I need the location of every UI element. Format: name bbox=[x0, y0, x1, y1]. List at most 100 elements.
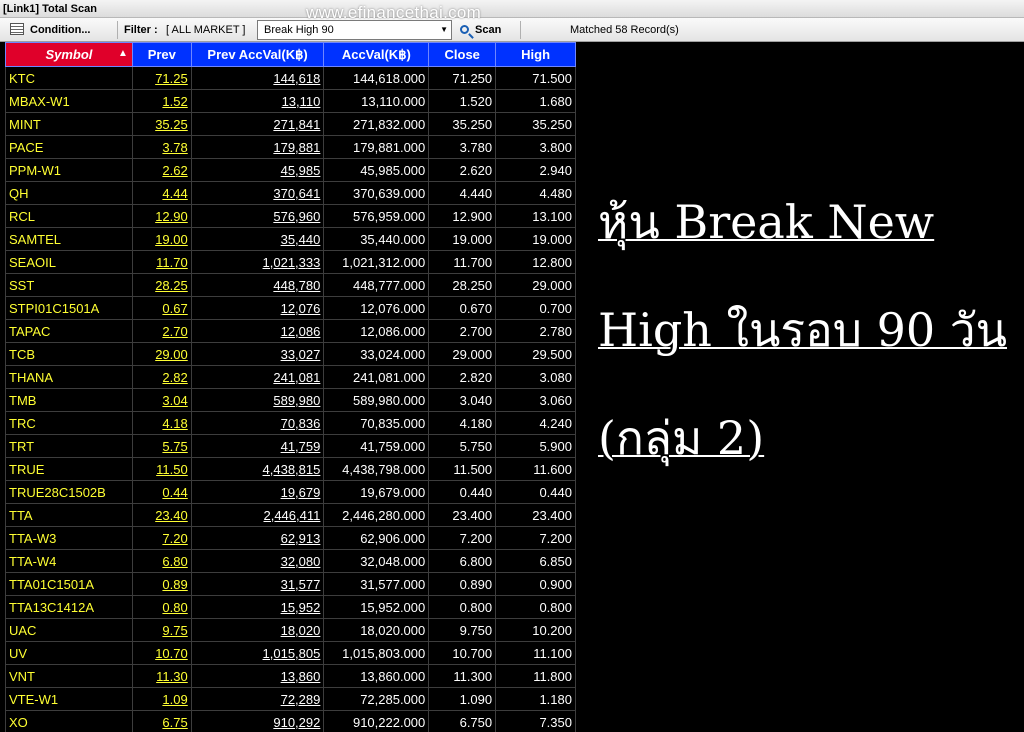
cell-prev-accval[interactable]: 72,289 bbox=[190, 687, 325, 711]
cell-prev-accval[interactable]: 144,618 bbox=[190, 66, 325, 90]
cell-prev-accval[interactable]: 370,641 bbox=[190, 181, 325, 205]
cell-prev-accval[interactable]: 31,577 bbox=[190, 572, 325, 596]
cell-prev[interactable]: 2.82 bbox=[131, 365, 192, 389]
chevron-down-icon[interactable]: ▼ bbox=[440, 21, 448, 39]
condition-button[interactable]: Condition... bbox=[6, 18, 114, 42]
column-header-close[interactable]: Close bbox=[428, 42, 497, 67]
cell-prev-accval[interactable]: 4,438,815 bbox=[190, 457, 325, 481]
filter-label: Filter : bbox=[124, 24, 158, 36]
table-row[interactable]: TRT 5.75 41,759 41,759.000 5.750 5.900 bbox=[5, 434, 576, 458]
table-row[interactable]: TAPAC 2.70 12,086 12,086.000 2.700 2.780 bbox=[5, 319, 576, 343]
table-row[interactable]: TRUE 11.50 4,438,815 4,438,798.000 11.500 11.… bbox=[5, 457, 576, 481]
scan-results-grid[interactable]: Symbol ▲ Prev Prev AccVal(K฿) AccVal(K฿) … bbox=[5, 42, 576, 732]
cell-prev[interactable]: 11.30 bbox=[131, 664, 192, 688]
cell-prev-accval[interactable]: 271,841 bbox=[190, 112, 325, 136]
cell-prev-accval[interactable]: 448,780 bbox=[190, 273, 325, 297]
cell-prev-accval[interactable]: 910,292 bbox=[190, 710, 325, 732]
cell-prev-accval[interactable]: 241,081 bbox=[190, 365, 325, 389]
cell-prev[interactable]: 35.25 bbox=[131, 112, 192, 136]
column-header-high[interactable]: High bbox=[495, 42, 576, 67]
cell-prev-accval[interactable]: 589,980 bbox=[190, 388, 325, 412]
column-header-prev[interactable]: Prev bbox=[131, 42, 192, 67]
table-row[interactable]: TRUE28C1502B 0.44 19,679 19,679.000 0.440 0.4… bbox=[5, 480, 576, 504]
table-row[interactable]: PACE 3.78 179,881 179,881.000 3.780 3.800 bbox=[5, 135, 576, 159]
cell-prev[interactable]: 11.50 bbox=[131, 457, 192, 481]
table-row[interactable]: TMB 3.04 589,980 589,980.000 3.040 3.060 bbox=[5, 388, 576, 412]
cell-prev-accval[interactable]: 45,985 bbox=[190, 158, 325, 182]
column-header-prev-accval[interactable]: Prev AccVal(K฿) bbox=[190, 42, 325, 67]
table-row[interactable]: MINT 35.25 271,841 271,832.000 35.250 35.250 bbox=[5, 112, 576, 136]
table-row[interactable]: SEAOIL 11.70 1,021,333 1,021,312.000 11.700 1… bbox=[5, 250, 576, 274]
cell-prev[interactable]: 10.70 bbox=[131, 641, 192, 665]
cell-prev-accval[interactable]: 13,110 bbox=[190, 89, 325, 113]
table-row[interactable]: TTA-W3 7.20 62,913 62,906.000 7.200 7.200 bbox=[5, 526, 576, 550]
cell-prev-accval[interactable]: 18,020 bbox=[190, 618, 325, 642]
table-row[interactable]: UAC 9.75 18,020 18,020.000 9.750 10.200 bbox=[5, 618, 576, 642]
cell-prev-accval[interactable]: 13,860 bbox=[190, 664, 325, 688]
table-row[interactable]: TTA13C1412A 0.80 15,952 15,952.000 0.800 0.80… bbox=[5, 595, 576, 619]
table-row[interactable]: STPI01C1501A 0.67 12,076 12,076.000 0.670 0.7… bbox=[5, 296, 576, 320]
cell-prev[interactable]: 2.70 bbox=[131, 319, 192, 343]
column-header-accval[interactable]: AccVal(K฿) bbox=[323, 42, 430, 67]
cell-prev-accval[interactable]: 179,881 bbox=[190, 135, 325, 159]
table-row[interactable]: TCB 29.00 33,027 33,024.000 29.000 29.500 bbox=[5, 342, 576, 366]
scan-condition-dropdown[interactable]: Break High 90 ▼ bbox=[257, 20, 452, 40]
cell-prev-accval[interactable]: 19,679 bbox=[190, 480, 325, 504]
cell-prev[interactable]: 4.18 bbox=[131, 411, 192, 435]
table-row[interactable]: PPM-W1 2.62 45,985 45,985.000 2.620 2.940 bbox=[5, 158, 576, 182]
cell-prev[interactable]: 0.67 bbox=[131, 296, 192, 320]
cell-prev-accval[interactable]: 62,913 bbox=[190, 526, 325, 550]
filter-market-select[interactable]: [ ALL MARKET ] bbox=[166, 18, 245, 42]
table-row[interactable]: TTA-W4 6.80 32,080 32,048.000 6.800 6.850 bbox=[5, 549, 576, 573]
cell-high: 12.800 bbox=[495, 250, 576, 274]
table-row[interactable]: VTE-W1 1.09 72,289 72,285.000 1.090 1.180 bbox=[5, 687, 576, 711]
table-row[interactable]: XO 6.75 910,292 910,222.000 6.750 7.350 bbox=[5, 710, 576, 732]
cell-prev[interactable]: 6.75 bbox=[131, 710, 192, 732]
cell-prev[interactable]: 12.90 bbox=[131, 204, 192, 228]
cell-prev[interactable]: 2.62 bbox=[131, 158, 192, 182]
cell-prev[interactable]: 9.75 bbox=[131, 618, 192, 642]
cell-prev-accval[interactable]: 576,960 bbox=[190, 204, 325, 228]
table-row[interactable]: TRC 4.18 70,836 70,835.000 4.180 4.240 bbox=[5, 411, 576, 435]
cell-prev[interactable]: 5.75 bbox=[131, 434, 192, 458]
cell-prev-accval[interactable]: 1,021,333 bbox=[190, 250, 325, 274]
cell-prev-accval[interactable]: 2,446,411 bbox=[190, 503, 325, 527]
table-row[interactable]: RCL 12.90 576,960 576,959.000 12.900 13.100 bbox=[5, 204, 576, 228]
cell-prev[interactable]: 1.09 bbox=[131, 687, 192, 711]
table-row[interactable]: KTC 71.25 144,618 144,618.000 71.250 71.500 bbox=[5, 66, 576, 90]
table-row[interactable]: VNT 11.30 13,860 13,860.000 11.300 11.800 bbox=[5, 664, 576, 688]
cell-prev[interactable]: 7.20 bbox=[131, 526, 192, 550]
cell-prev-accval[interactable]: 1,015,805 bbox=[190, 641, 325, 665]
cell-prev-accval[interactable]: 12,076 bbox=[190, 296, 325, 320]
cell-prev-accval[interactable]: 33,027 bbox=[190, 342, 325, 366]
cell-prev[interactable]: 0.44 bbox=[131, 480, 192, 504]
cell-prev[interactable]: 71.25 bbox=[131, 66, 192, 90]
column-header-symbol[interactable]: Symbol ▲ bbox=[5, 42, 133, 67]
cell-prev[interactable]: 6.80 bbox=[131, 549, 192, 573]
cell-prev[interactable]: 4.44 bbox=[131, 181, 192, 205]
cell-prev-accval[interactable]: 15,952 bbox=[190, 595, 325, 619]
table-row[interactable]: UV 10.70 1,015,805 1,015,803.000 10.700 11.10… bbox=[5, 641, 576, 665]
table-row[interactable]: QH 4.44 370,641 370,639.000 4.440 4.480 bbox=[5, 181, 576, 205]
table-row[interactable]: MBAX-W1 1.52 13,110 13,110.000 1.520 1.680 bbox=[5, 89, 576, 113]
cell-prev[interactable]: 3.78 bbox=[131, 135, 192, 159]
cell-prev[interactable]: 0.89 bbox=[131, 572, 192, 596]
cell-prev-accval[interactable]: 70,836 bbox=[190, 411, 325, 435]
cell-prev[interactable]: 23.40 bbox=[131, 503, 192, 527]
cell-prev[interactable]: 3.04 bbox=[131, 388, 192, 412]
table-row[interactable]: THANA 2.82 241,081 241,081.000 2.820 3.080 bbox=[5, 365, 576, 389]
cell-prev[interactable]: 1.52 bbox=[131, 89, 192, 113]
table-row[interactable]: SST 28.25 448,780 448,777.000 28.250 29.000 bbox=[5, 273, 576, 297]
table-row[interactable]: TTA 23.40 2,446,411 2,446,280.000 23.400 23.4… bbox=[5, 503, 576, 527]
table-row[interactable]: SAMTEL 19.00 35,440 35,440.000 19.000 19.000 bbox=[5, 227, 576, 251]
cell-prev[interactable]: 28.25 bbox=[131, 273, 192, 297]
cell-prev-accval[interactable]: 32,080 bbox=[190, 549, 325, 573]
table-row[interactable]: TTA01C1501A 0.89 31,577 31,577.000 0.890 0.90… bbox=[5, 572, 576, 596]
cell-prev[interactable]: 29.00 bbox=[131, 342, 192, 366]
cell-prev[interactable]: 11.70 bbox=[131, 250, 192, 274]
cell-prev[interactable]: 0.80 bbox=[131, 595, 192, 619]
cell-prev[interactable]: 19.00 bbox=[131, 227, 192, 251]
cell-prev-accval[interactable]: 12,086 bbox=[190, 319, 325, 343]
cell-prev-accval[interactable]: 41,759 bbox=[190, 434, 325, 458]
cell-prev-accval[interactable]: 35,440 bbox=[190, 227, 325, 251]
